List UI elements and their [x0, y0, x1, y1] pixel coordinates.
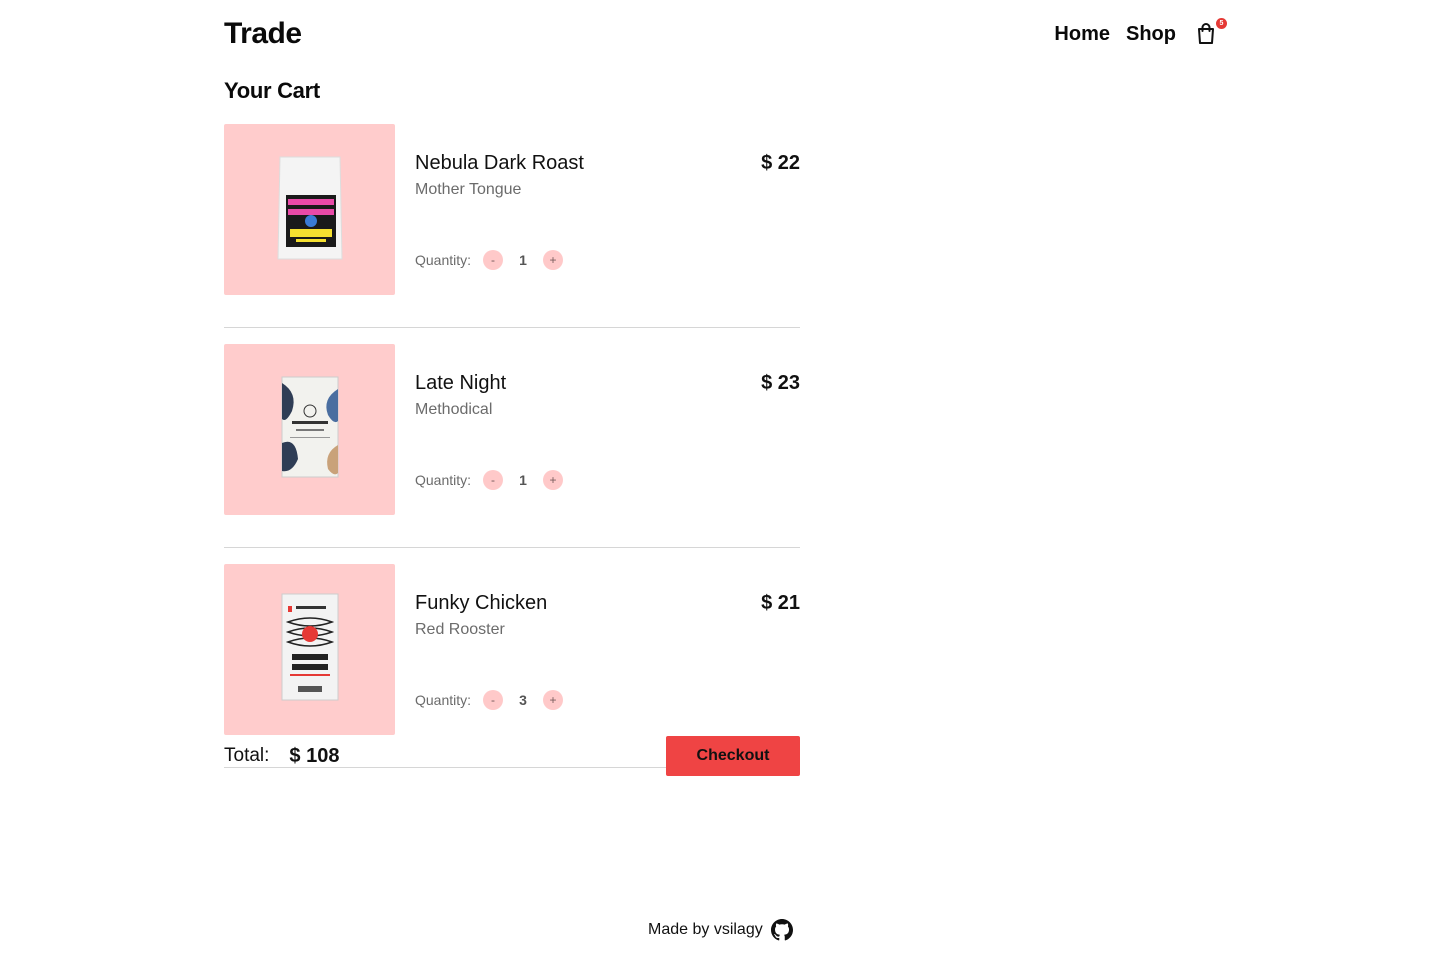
product-image[interactable]	[224, 124, 395, 295]
product-name[interactable]: Funky Chicken	[415, 592, 547, 615]
total-value: $ 108	[289, 744, 340, 767]
coffee-bag-late-night-icon	[278, 373, 342, 486]
increment-button[interactable]: +	[543, 690, 564, 710]
brand-logo[interactable]: Trade	[224, 17, 302, 51]
cart-list: Nebula Dark Roast Mother Tongue $ 22 Qua…	[224, 124, 800, 768]
cart-total-row: Total: $ 108 Checkout	[224, 736, 800, 776]
cart-item: Late Night Methodical $ 23 Quantity: - 1…	[224, 344, 800, 548]
cart-count-badge: 5	[1216, 18, 1227, 29]
quantity-control: Quantity: - 1 +	[415, 250, 564, 270]
product-name[interactable]: Late Night	[415, 372, 506, 395]
product-price: $ 22	[761, 152, 800, 174]
coffee-bag-funky-chicken-icon	[278, 590, 342, 709]
quantity-value: 1	[519, 472, 527, 488]
quantity-label: Quantity:	[415, 252, 472, 268]
decrement-button[interactable]: -	[483, 470, 504, 490]
total-label: Total:	[224, 745, 270, 766]
nav-home-link[interactable]: Home	[1054, 23, 1110, 46]
product-image[interactable]	[224, 344, 395, 515]
quantity-label: Quantity:	[415, 472, 472, 488]
total-group: Total: $ 108	[224, 745, 339, 768]
cart-title: Your Cart	[224, 78, 320, 103]
quantity-control: Quantity: - 3 +	[415, 690, 564, 710]
quantity-value: 1	[519, 252, 527, 268]
github-icon[interactable]	[770, 919, 793, 941]
cart-button[interactable]: 5	[1196, 18, 1227, 46]
product-price: $ 23	[761, 372, 800, 394]
quantity-value: 3	[519, 692, 527, 708]
decrement-button[interactable]: -	[483, 690, 504, 710]
coffee-bag-nebula-icon	[274, 151, 346, 268]
product-brand: Mother Tongue	[415, 181, 522, 198]
main-nav: Home Shop 5	[1054, 18, 1227, 46]
checkout-button[interactable]: Checkout	[666, 736, 800, 776]
product-brand: Methodical	[415, 401, 493, 418]
product-image[interactable]	[224, 564, 395, 735]
cart-item: Nebula Dark Roast Mother Tongue $ 22 Qua…	[224, 124, 800, 328]
product-price: $ 21	[761, 592, 800, 614]
shopping-bag-icon	[1196, 22, 1218, 44]
quantity-control: Quantity: - 1 +	[415, 470, 564, 490]
product-brand: Red Rooster	[415, 621, 505, 638]
decrement-button[interactable]: -	[483, 250, 504, 270]
site-header: Trade Home Shop 5	[224, 14, 1227, 54]
nav-shop-link[interactable]: Shop	[1126, 23, 1176, 46]
footer-credit: Made by vsilagy	[648, 921, 763, 938]
page: Trade Home Shop 5 Your Cart Nebula Dark …	[0, 0, 1440, 975]
quantity-label: Quantity:	[415, 692, 472, 708]
increment-button[interactable]: +	[543, 250, 564, 270]
site-footer: Made by vsilagy	[648, 919, 793, 941]
increment-button[interactable]: +	[543, 470, 564, 490]
product-name[interactable]: Nebula Dark Roast	[415, 152, 584, 175]
